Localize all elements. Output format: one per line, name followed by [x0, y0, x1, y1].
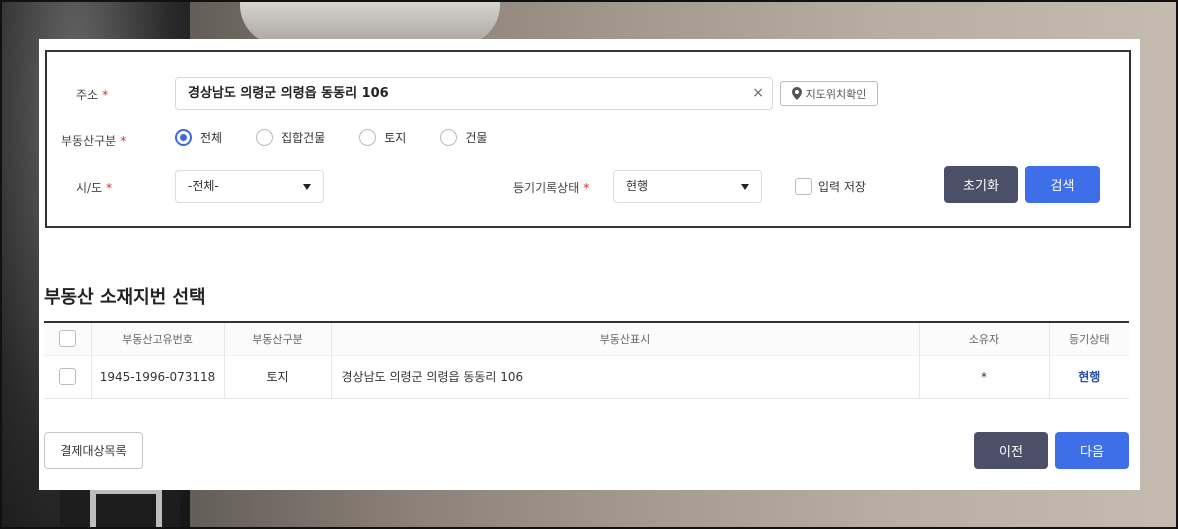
radio-land[interactable]: 토지	[359, 129, 406, 146]
row-checkbox-cell	[44, 355, 92, 399]
property-table: 부동산고유번호 부동산구분 부동산표시 소유자 등기상태 1945-1996-0…	[44, 321, 1129, 399]
save-input-checkbox[interactable]	[795, 178, 812, 195]
reset-button[interactable]: 초기화	[944, 166, 1018, 203]
search-button[interactable]: 검색	[1025, 166, 1100, 203]
cell-property-display: 경상남도 의령군 의령읍 동동리 106	[331, 355, 920, 399]
radio-building[interactable]: 건물	[440, 129, 487, 146]
table-header-row: 부동산고유번호 부동산구분 부동산표시 소유자 등기상태	[44, 322, 1129, 356]
cell-unique-number: 1945-1996-073118	[91, 355, 225, 399]
sido-select[interactable]: -전체-	[175, 170, 324, 203]
property-search-card: 주소 * 경상남도 의령군 의령읍 동동리 106 × 지도위치확인 부동산구분 *…	[39, 39, 1140, 490]
save-input-option[interactable]: 입력 저장	[795, 178, 866, 195]
map-location-button[interactable]: 지도위치확인	[780, 81, 878, 106]
cell-owner: *	[919, 355, 1050, 399]
header-register-status: 등기상태	[1049, 322, 1129, 356]
property-type-label: 부동산구분 *	[61, 134, 127, 148]
register-status-label: 등기기록상태 *	[513, 181, 590, 195]
clear-icon[interactable]: ×	[752, 78, 764, 109]
property-type-radio-group: 전체 집합건물 토지 건물	[175, 129, 521, 146]
sido-label: 시/도 *	[76, 181, 113, 195]
payment-list-button[interactable]: 결제대상목록	[44, 432, 143, 469]
radio-all[interactable]: 전체	[175, 129, 222, 146]
register-status-select[interactable]: 현행	[613, 170, 762, 203]
header-unique-number: 부동산고유번호	[91, 322, 225, 356]
section-title: 부동산 소재지번 선택	[44, 287, 206, 308]
cell-property-type: 토지	[224, 355, 332, 399]
row-checkbox[interactable]	[58, 368, 76, 385]
prev-button[interactable]: 이전	[974, 432, 1048, 469]
header-owner: 소유자	[919, 322, 1050, 356]
cell-register-status[interactable]: 현행	[1049, 355, 1129, 399]
address-label: 주소 *	[76, 88, 109, 102]
radio-aggregate-building[interactable]: 집합건물	[256, 129, 325, 146]
table-row[interactable]: 1945-1996-073118 토지 경상남도 의령군 의령읍 동동리 106…	[44, 355, 1129, 399]
chevron-down-icon	[741, 184, 749, 190]
select-all-checkbox[interactable]	[58, 330, 76, 348]
next-button[interactable]: 다음	[1055, 432, 1129, 469]
header-property-type: 부동산구분	[224, 322, 332, 356]
chevron-down-icon	[303, 184, 311, 190]
map-pin-icon	[791, 87, 802, 100]
header-checkbox-cell	[44, 322, 92, 356]
header-property-display: 부동산표시	[331, 322, 920, 356]
address-input[interactable]: 경상남도 의령군 의령읍 동동리 106 ×	[175, 77, 773, 110]
search-form: 주소 * 경상남도 의령군 의령읍 동동리 106 × 지도위치확인 부동산구분 *…	[45, 50, 1131, 228]
